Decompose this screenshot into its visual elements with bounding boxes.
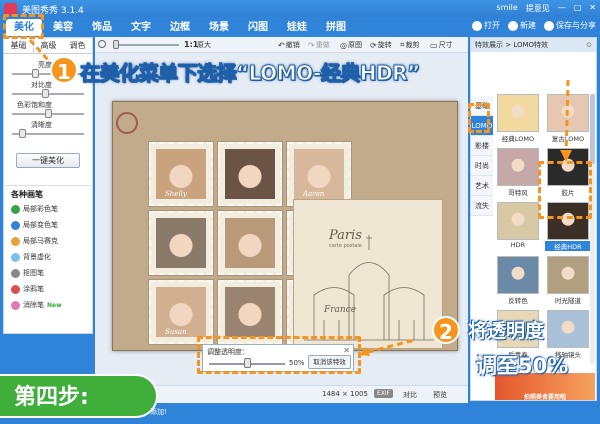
- bottom-link[interactable]: 添加!: [150, 407, 167, 417]
- app-window: 美图秀秀 3.1.4 smile 提意见 — □ ✕ 美化 美容 饰品 文字 边…: [0, 0, 600, 424]
- step-1-badge: 1: [50, 56, 78, 84]
- arrow-to-hdr: [564, 79, 570, 159]
- arrow-to-menu: [28, 38, 50, 62]
- step-2-badge: 2: [432, 316, 460, 344]
- step-1-instruction: 在美化菜单下选择“LOMO-经典HDR”: [80, 61, 421, 86]
- step-4-banner: 第四步:: [0, 374, 158, 418]
- arrow-to-dialog: [367, 338, 416, 354]
- step-2-instruction-line2: 调至50%: [476, 354, 569, 378]
- step-2-instruction-line1: 将透明度: [468, 320, 545, 342]
